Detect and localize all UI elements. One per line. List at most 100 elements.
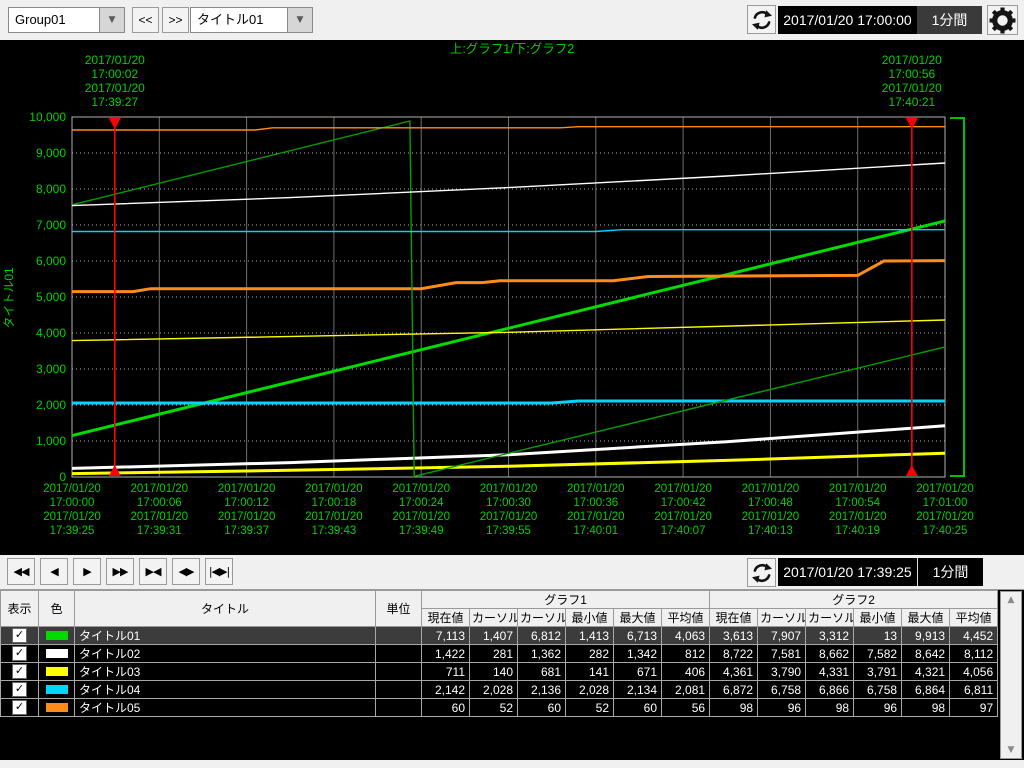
series-color-swatch bbox=[46, 685, 68, 694]
unit-cell bbox=[376, 699, 422, 717]
group-header-graph2: グラフ2 bbox=[710, 591, 998, 609]
chevron-down-icon[interactable]: ▼ bbox=[287, 8, 312, 32]
y-tick-label: 8,000 bbox=[36, 182, 66, 196]
cursor-time-label: 17:00:02 bbox=[91, 67, 138, 81]
start-datetime-display[interactable]: 2017/01/20 17:00:00 bbox=[778, 6, 917, 34]
refresh-button-bottom[interactable] bbox=[747, 558, 776, 587]
trend-chart: 上:グラフ1/下:グラフ201,0002,0003,0004,0005,0006… bbox=[0, 40, 1024, 555]
refresh-button[interactable] bbox=[747, 5, 776, 34]
color-cell bbox=[39, 645, 75, 663]
x-tick-date: 2017/01/20 bbox=[131, 483, 189, 495]
row-visibility-checkbox[interactable]: ✓ bbox=[12, 628, 27, 643]
cursors-outward-button[interactable]: ◀▶ bbox=[172, 558, 200, 585]
y-tick-label: 1,000 bbox=[36, 434, 66, 448]
step-forward-button[interactable]: ▶ bbox=[73, 558, 101, 585]
row-visibility-checkbox[interactable]: ✓ bbox=[12, 664, 27, 679]
graph1-value-cell: 6,713 bbox=[614, 627, 662, 645]
sub-header: 現在値 bbox=[422, 609, 470, 627]
title-select[interactable]: タイトル01 ▼ bbox=[190, 7, 313, 33]
x-tick-date: 2017/01/20 bbox=[829, 511, 887, 523]
graph2-value-cell: 6,811 bbox=[950, 681, 998, 699]
x-tick-time-graph1: 17:00:30 bbox=[486, 497, 531, 509]
cursor-handle-bottom-2[interactable] bbox=[906, 465, 918, 476]
cursors-inward-button[interactable]: ▶◀ bbox=[139, 558, 167, 585]
x-tick-time-graph2: 17:39:37 bbox=[224, 525, 269, 537]
next-group-button[interactable]: >> bbox=[162, 7, 189, 33]
chevron-down-icon[interactable]: ▼ bbox=[99, 8, 124, 32]
row-visibility-checkbox[interactable]: ✓ bbox=[12, 682, 27, 697]
x-tick-date: 2017/01/20 bbox=[43, 483, 101, 495]
series-color-swatch bbox=[46, 703, 68, 712]
y-tick-label: 6,000 bbox=[36, 254, 66, 268]
y-axis-title: タイトル01 bbox=[2, 267, 16, 329]
graph2-value-cell: 3,790 bbox=[758, 663, 806, 681]
row-visibility-checkbox[interactable]: ✓ bbox=[12, 646, 27, 661]
x-tick-date: 2017/01/20 bbox=[916, 511, 974, 523]
cursor-time-label: 2017/01/20 bbox=[882, 53, 942, 67]
graph1-value-cell: 2,028 bbox=[470, 681, 518, 699]
show-cell: ✓ bbox=[1, 645, 39, 663]
table-row[interactable]: ✓タイトル05605260526056989698969897 bbox=[1, 699, 998, 717]
x-tick-date: 2017/01/20 bbox=[567, 483, 625, 495]
x-tick-date: 2017/01/20 bbox=[392, 511, 450, 523]
y-tick-label: 2,000 bbox=[36, 398, 66, 412]
table-scrollbar[interactable]: ▲ ▼ bbox=[1000, 591, 1022, 759]
series-title-cell: タイトル03 bbox=[75, 663, 376, 681]
table-row[interactable]: ✓タイトル042,1422,0282,1362,0282,1342,0816,8… bbox=[1, 681, 998, 699]
status-strip bbox=[0, 760, 1024, 768]
cursor-time-label: 2017/01/20 bbox=[882, 81, 942, 95]
trend-chart-canvas[interactable]: 上:グラフ1/下:グラフ201,0002,0003,0004,0005,0006… bbox=[0, 40, 1024, 555]
row-visibility-checkbox[interactable]: ✓ bbox=[12, 700, 27, 715]
graph2-value-cell: 4,361 bbox=[710, 663, 758, 681]
x-tick-date: 2017/01/20 bbox=[131, 511, 189, 523]
settings-button[interactable] bbox=[987, 5, 1018, 35]
graph2-value-cell: 6,864 bbox=[902, 681, 950, 699]
table-row[interactable]: ✓タイトル037111406811416714064,3613,7904,331… bbox=[1, 663, 998, 681]
series-title-cell: タイトル02 bbox=[75, 645, 376, 663]
graph2-value-cell: 3,791 bbox=[854, 663, 902, 681]
color-cell bbox=[39, 627, 75, 645]
series-color-swatch bbox=[46, 631, 68, 640]
table-row[interactable]: ✓タイトル021,4222811,3622821,3428128,7227,58… bbox=[1, 645, 998, 663]
x-tick-time-graph2: 17:40:19 bbox=[835, 525, 880, 537]
x-tick-date: 2017/01/20 bbox=[218, 511, 276, 523]
graph2-value-cell: 96 bbox=[854, 699, 902, 717]
refresh-icon bbox=[751, 562, 773, 584]
graph1-value-cell: 60 bbox=[422, 699, 470, 717]
step-back-button[interactable]: ◀ bbox=[40, 558, 68, 585]
graph2-value-cell: 6,872 bbox=[710, 681, 758, 699]
series-title-cell: タイトル04 bbox=[75, 681, 376, 699]
x-tick-date: 2017/01/20 bbox=[392, 483, 450, 495]
table-row[interactable]: ✓タイトル017,1131,4076,8121,4136,7134,0633,6… bbox=[1, 627, 998, 645]
graph2-value-cell: 8,662 bbox=[806, 645, 854, 663]
scroll-up-icon[interactable]: ▲ bbox=[1001, 595, 1021, 605]
x-tick-date: 2017/01/20 bbox=[305, 511, 363, 523]
sub-header: 平均値 bbox=[950, 609, 998, 627]
graph2-value-cell: 6,758 bbox=[854, 681, 902, 699]
x-tick-time-graph1: 17:00:24 bbox=[399, 497, 444, 509]
scroll-down-icon[interactable]: ▼ bbox=[1001, 745, 1021, 755]
show-cell: ✓ bbox=[1, 663, 39, 681]
cursor-handle-top-1[interactable] bbox=[109, 118, 121, 129]
fast-rewind-button[interactable]: ◀◀ bbox=[7, 558, 35, 585]
x-tick-time-graph2: 17:40:13 bbox=[748, 525, 793, 537]
graph1-value-cell: 2,081 bbox=[662, 681, 710, 699]
graph1-value-cell: 711 bbox=[422, 663, 470, 681]
unit-cell bbox=[376, 663, 422, 681]
graph2-value-cell: 6,866 bbox=[806, 681, 854, 699]
prev-group-button[interactable]: << bbox=[132, 7, 159, 33]
interval-button[interactable]: 1分間 bbox=[917, 6, 982, 34]
graph2-value-cell: 4,452 bbox=[950, 627, 998, 645]
interval-button-bottom[interactable]: 1分間 bbox=[918, 558, 983, 586]
x-tick-time-graph1: 17:00:42 bbox=[661, 497, 706, 509]
graph2-value-cell: 4,331 bbox=[806, 663, 854, 681]
fast-forward-button[interactable]: ▶▶ bbox=[106, 558, 134, 585]
graph1-value-cell: 52 bbox=[470, 699, 518, 717]
group-select[interactable]: Group01 ▼ bbox=[8, 7, 125, 33]
top-toolbar: Group01 ▼ << >> タイトル01 ▼ 2017/01/20 17:0… bbox=[0, 0, 1024, 40]
x-tick-time-graph1: 17:01:00 bbox=[923, 497, 968, 509]
cursor-datetime-display[interactable]: 2017/01/20 17:39:25 bbox=[778, 558, 918, 586]
graph1-value-cell: 7,113 bbox=[422, 627, 470, 645]
x-tick-date: 2017/01/20 bbox=[742, 511, 800, 523]
cursors-to-edges-button[interactable]: |◀▶| bbox=[205, 558, 233, 585]
